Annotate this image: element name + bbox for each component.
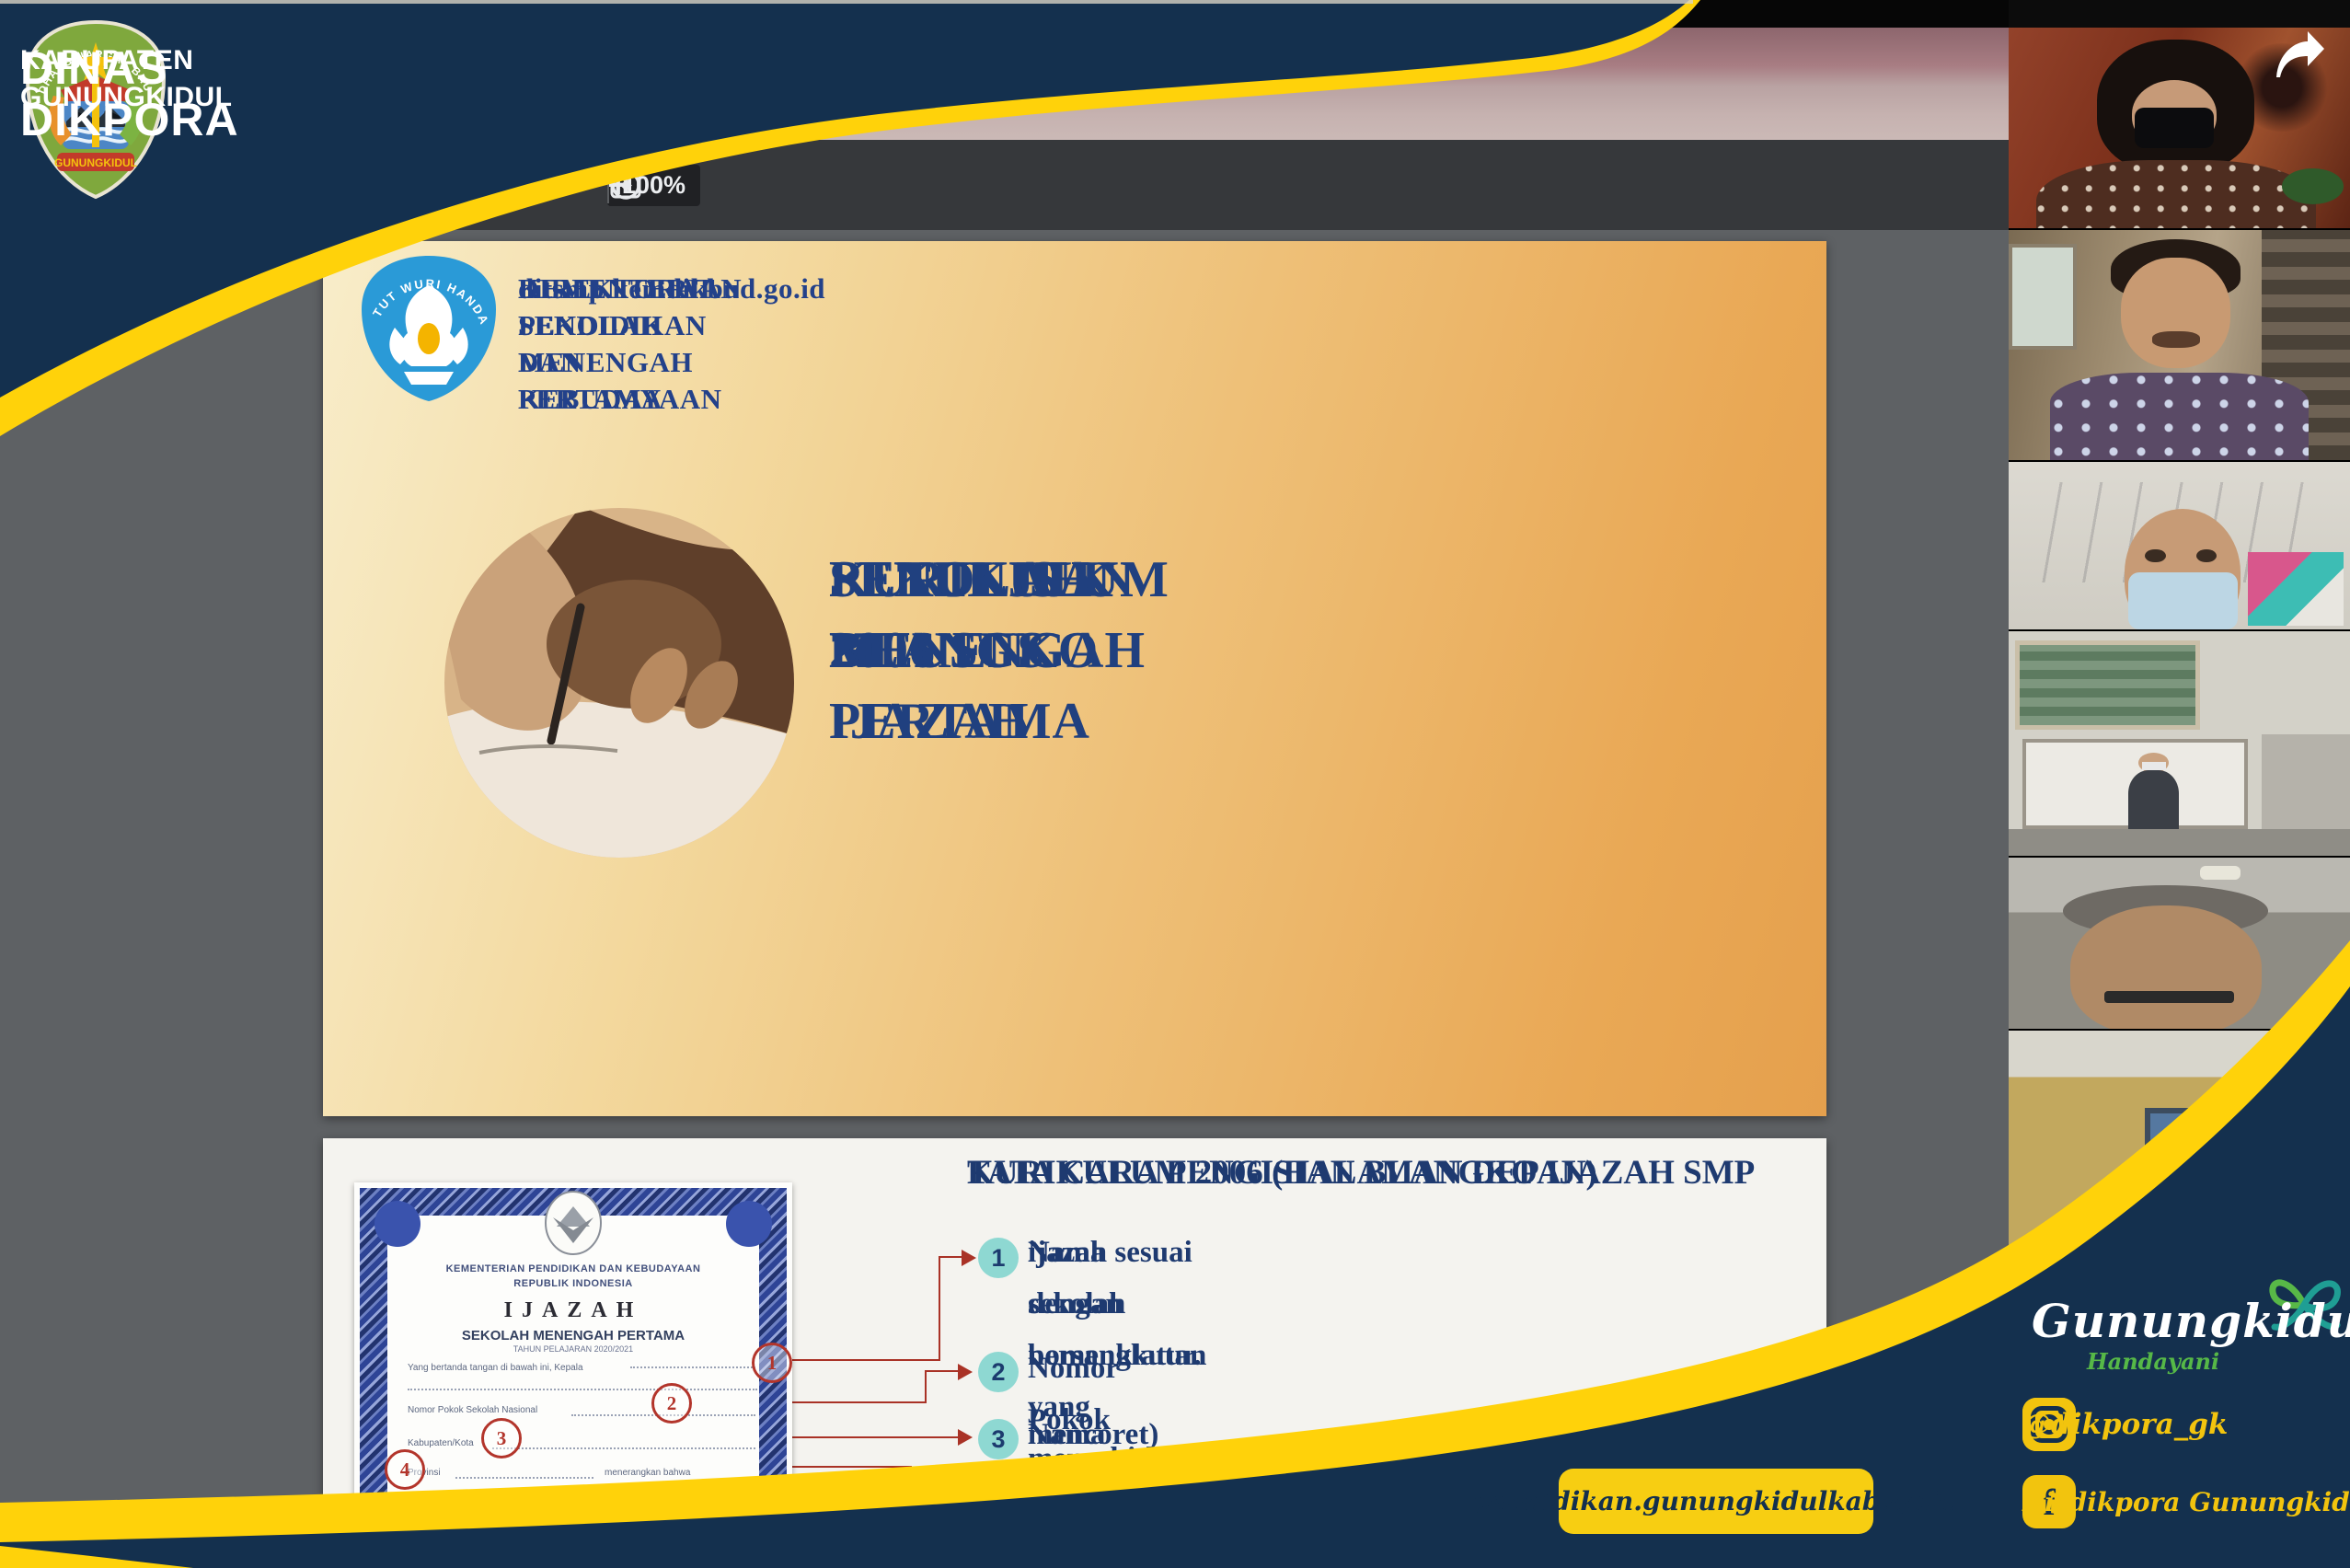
title-line4: KURIKULUM 2006: [829, 545, 1169, 686]
ijazah-certificate-preview: KEMENTERIAN PENDIDIKAN DAN KEBUDAYAAN RE…: [354, 1182, 792, 1568]
item3-line2: mencoret) me: [1028, 1409, 1158, 1512]
item-badge-1: 1: [978, 1238, 1019, 1278]
blurred-browser-band: [0, 28, 2009, 140]
website-url: pendidikan.gunungkidulkab.go.id: [1471, 1486, 1961, 1516]
cert-field3-label: Kabupaten/Kota: [408, 1438, 474, 1448]
svg-text:GUNUNGKIDUL: GUNUNGKIDUL: [54, 156, 137, 169]
papers: [2248, 552, 2344, 626]
cert-marker-2: 2: [651, 1383, 692, 1424]
org-line3: ditsmp.kemdikbud.go.id: [518, 271, 825, 307]
batik-shirt: [2050, 373, 2310, 460]
participant-shoulders: [2036, 160, 2316, 228]
agency-region: KABUPATEN GUNUNGKIDUL: [20, 42, 232, 116]
rotate-page-icon[interactable]: [607, 167, 644, 203]
participant-eye: [2145, 549, 2165, 563]
brand-tagline: Handayani: [2087, 1348, 2344, 1375]
ceiling-light: [2200, 866, 2241, 880]
item-badge-2: 2: [978, 1352, 1019, 1392]
facebook-name: Disdikpora Gunungkidul: [2022, 1487, 2350, 1517]
participant-video-2[interactable]: [2009, 228, 2350, 460]
social-handle: @dikpora_gk: [2022, 1408, 2228, 1441]
slide2-title-line2: KURIKULUM 2006 (HALAMAN DEPAN): [967, 1151, 1597, 1195]
connector-line: [925, 1371, 927, 1403]
cert-field-line: [455, 1477, 593, 1479]
border-corner-circle: [374, 1201, 420, 1247]
tut-wuri-handayani-logo: TUT WURI HANDAYANI: [358, 254, 500, 403]
cert-field-line: [492, 1447, 755, 1449]
border-corner-circle: [726, 1201, 772, 1247]
connector-line: [939, 1257, 940, 1361]
website-pill: pendidikan.gunungkidulkab.go.id: [1559, 1469, 1873, 1534]
cert-marker-1: 1: [752, 1343, 792, 1383]
face-mask: [2135, 108, 2213, 148]
participant-video-6[interactable]: [2009, 1029, 2350, 1288]
participant-face: [2121, 258, 2230, 368]
garuda-emblem: [544, 1190, 603, 1256]
cert-field-line: [408, 1389, 757, 1390]
plant: [2282, 168, 2344, 204]
cert-year: TAHUN PELAJARAN 2020/2021: [354, 1344, 792, 1354]
participant-video-5[interactable]: [2009, 856, 2350, 1029]
pdf-toolbar: 12 / 55 − 100% +: [0, 140, 2009, 230]
distant-person-body: [2128, 770, 2180, 828]
window: [2009, 244, 2077, 350]
cert-ministry-line1: KEMENTERIAN PENDIDIKAN DAN KEBUDAYAAN: [354, 1263, 792, 1274]
distant-person-mask: [2142, 762, 2166, 771]
hand-writing-photo: [443, 506, 796, 859]
connector-line: [925, 1370, 962, 1372]
person-silhouette: [2206, 1154, 2282, 1251]
screenshot-root: 12 / 55 − 100% + TUT: [0, 0, 2350, 1568]
desk: [2009, 829, 2350, 856]
cert-marker-4: 4: [385, 1449, 425, 1490]
participant-video-4[interactable]: [2009, 629, 2350, 856]
participant-mouth: [2152, 331, 2200, 348]
glasses: [2104, 991, 2234, 1003]
cert-doc-title: IJAZAH: [354, 1298, 792, 1323]
connector-arrow: [958, 1429, 973, 1446]
face-mask-blue: [2128, 572, 2238, 629]
cert-school-level: SEKOLAH MENENGAH PERTAMA: [354, 1328, 792, 1343]
slide-page-12: TUT WURI HANDAYANI KEMENTERIAN PENDIDIKA…: [323, 241, 1826, 1116]
item-badge-3: 3: [978, 1419, 1019, 1459]
brand-name: Gunungkidul: [2032, 1294, 2344, 1348]
cert-marker-3: 3: [481, 1418, 522, 1458]
share-arrow-icon[interactable]: [2271, 29, 2328, 79]
connector-arrow: [962, 1250, 976, 1266]
gunungkidul-brand-block: Gunungkidul Handayani: [2032, 1294, 2344, 1375]
top-letterbox: [0, 0, 2350, 28]
connector-arrow: [958, 1364, 973, 1380]
window-blinds: [2015, 640, 2199, 731]
participant-video-3[interactable]: [2009, 460, 2350, 629]
connector-line: [792, 1359, 940, 1361]
cert-ministry-line2: REPUBLIK INDONESIA: [354, 1278, 792, 1289]
cert-field1-label: Yang bertanda tangan di bawah ini, Kepal…: [408, 1363, 583, 1373]
cert-field2-label: Nomor Pokok Sekolah Nasional: [408, 1405, 537, 1415]
cert-field-line: [630, 1366, 755, 1368]
cabinet: [2262, 734, 2350, 828]
participant-face: [2070, 905, 2262, 1029]
cert-field4b-label: menerangkan bahwa: [605, 1468, 690, 1478]
